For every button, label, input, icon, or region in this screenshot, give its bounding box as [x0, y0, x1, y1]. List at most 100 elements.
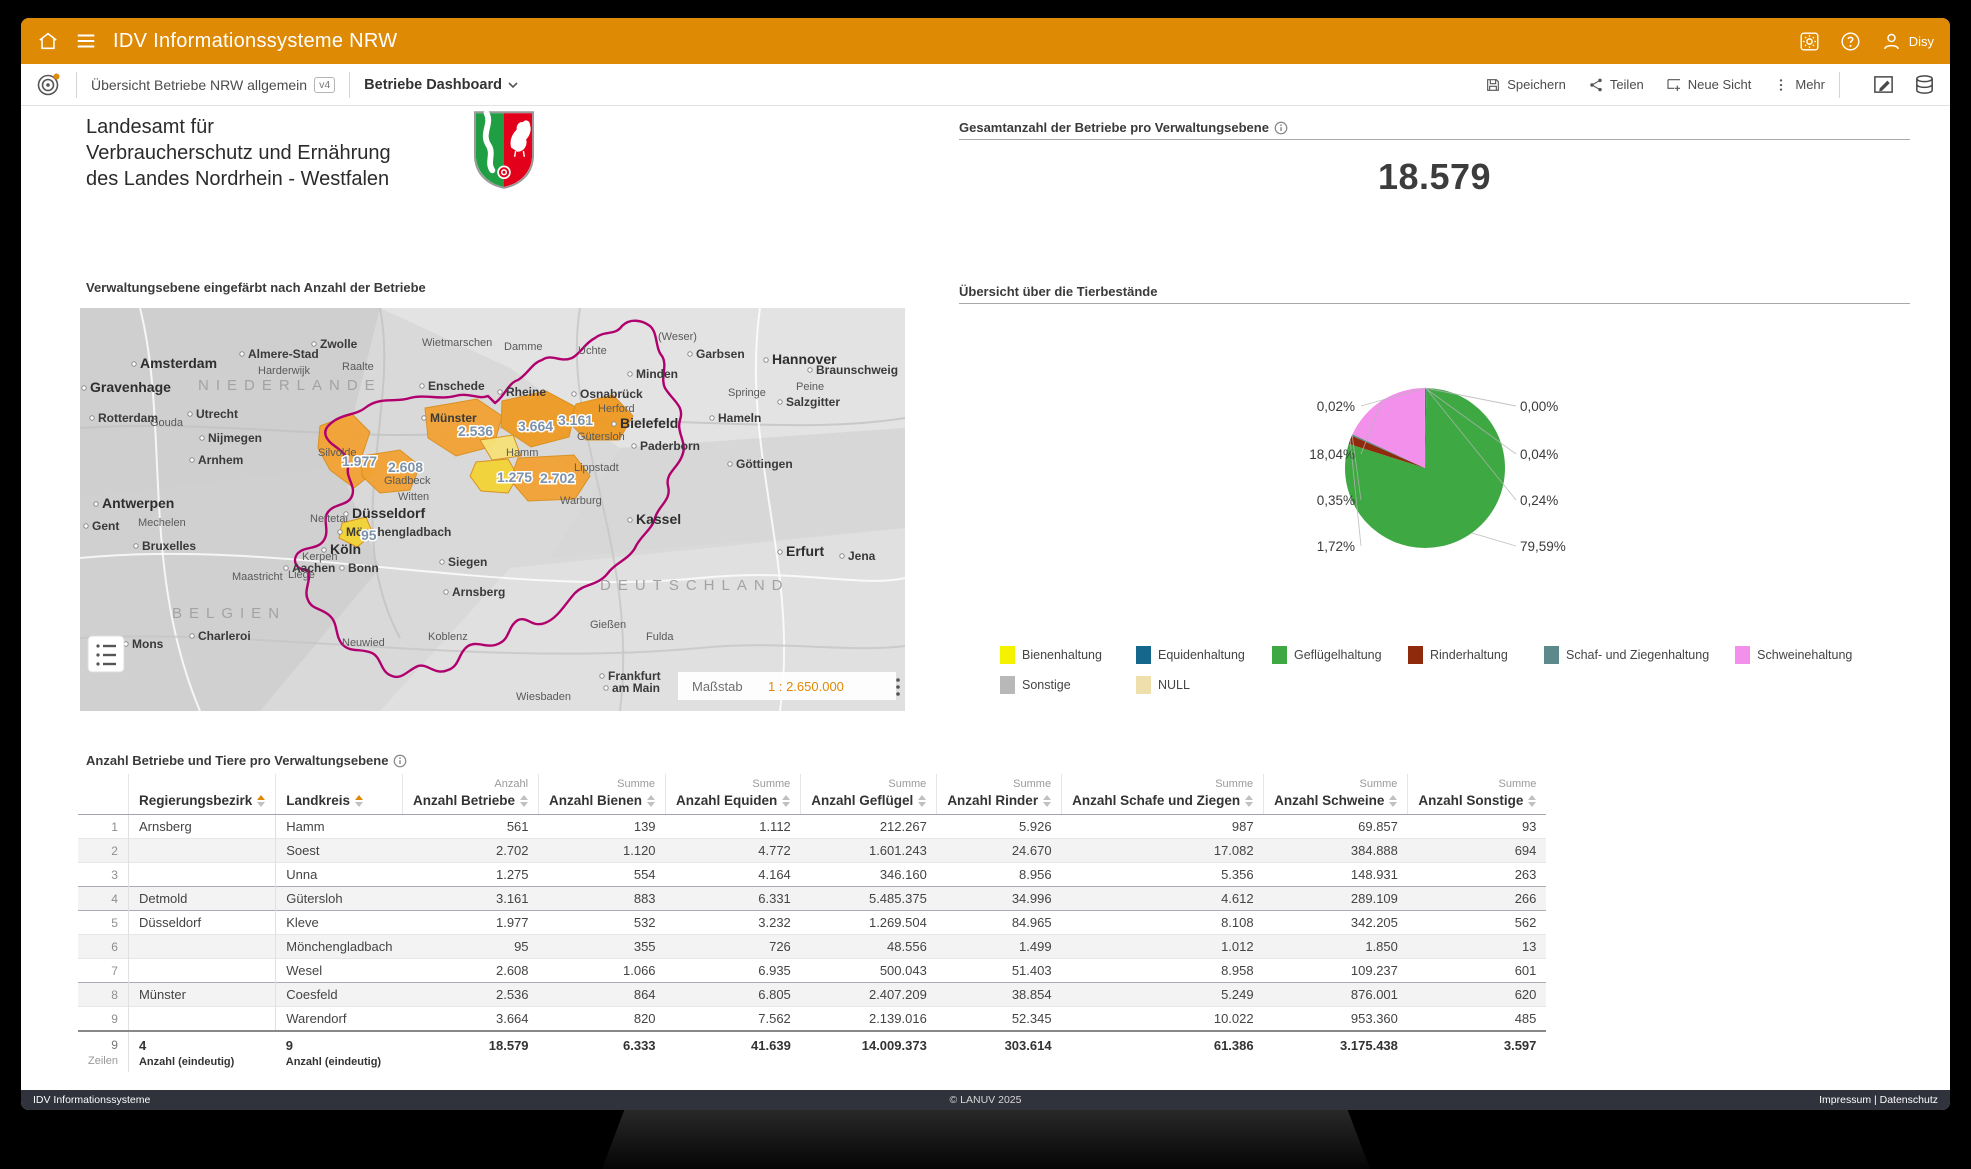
table-cell [128, 863, 275, 887]
col-anzahl-bienen[interactable]: SummeAnzahl Bienen [539, 774, 666, 815]
summary-total: 41.639 [666, 1031, 801, 1072]
table-cell: Kleve [276, 911, 403, 935]
col-anzahl-equiden[interactable]: SummeAnzahl Equiden [666, 774, 801, 815]
help-icon[interactable] [1840, 31, 1861, 52]
table-cell: 6.331 [666, 887, 801, 911]
user-icon[interactable] [1881, 31, 1902, 52]
table-cell: 4 [78, 887, 128, 911]
target-icon[interactable] [35, 71, 62, 98]
table-cell: 1.601.243 [801, 839, 937, 863]
legend-item-rinderhaltung[interactable]: Rinderhaltung [1408, 646, 1518, 664]
table-cell [128, 1007, 275, 1032]
legend-item-bienenhaltung[interactable]: Bienenhaltung [1000, 646, 1110, 664]
agency-logo-text: Landesamt für Verbraucherschutz und Ernä… [86, 114, 391, 192]
table-cell: 38.854 [937, 983, 1062, 1007]
table-cell [128, 935, 275, 959]
sort-icon[interactable] [1245, 795, 1253, 807]
map-menu-icon[interactable] [896, 685, 900, 689]
table-cell: 4.612 [1062, 887, 1264, 911]
map-menu-icon[interactable] [896, 692, 900, 696]
pie-percent-label: 79,59% [1520, 539, 1566, 554]
map-city-label: Göttingen [736, 457, 793, 471]
user-name[interactable]: Disy [1909, 34, 1934, 49]
footer-links[interactable]: Impressum | Datenschutz [1819, 1094, 1938, 1106]
info-icon[interactable] [393, 754, 407, 768]
map[interactable]: AmsterdamAlmere-StadZwolleWietmarschenDa… [80, 308, 905, 711]
col-regierungsbezirk[interactable]: Regierungsbezirk [128, 774, 275, 815]
map-city-label: Rotterdam [98, 411, 158, 425]
table-row[interactable]: 7Wesel2.6081.0666.935500.04351.4038.9581… [78, 959, 1546, 983]
table-cell: 17.082 [1062, 839, 1264, 863]
map-scale-value[interactable]: 1 : 2.650.000 [768, 679, 844, 694]
chevron-down-icon[interactable] [506, 78, 520, 92]
more-button[interactable]: Mehr [1773, 77, 1825, 93]
table-row[interactable]: 6Mönchengladbach9535572648.5561.4991.012… [78, 935, 1546, 959]
col-rownum [78, 774, 128, 815]
save-button[interactable]: Speichern [1485, 77, 1566, 93]
table-cell: 876.001 [1264, 983, 1408, 1007]
map-city-dot [422, 416, 426, 420]
legend-item-schaf-und-ziegenhaltung[interactable]: Schaf- und Ziegenhaltung [1544, 646, 1709, 664]
data-sources-icon[interactable] [1913, 73, 1936, 96]
table-cell: Hamm [276, 815, 403, 839]
map-city-label: Lippstadt [574, 462, 619, 474]
sort-icon[interactable] [1528, 795, 1536, 807]
table-row[interactable]: 9Warendorf3.6648207.5622.139.01652.34510… [78, 1007, 1546, 1032]
new-view-button[interactable]: Neue Sicht [1666, 77, 1752, 93]
table-row[interactable]: 3Unna1.2755544.164346.1608.9565.356148.9… [78, 863, 1546, 887]
col-anzahl-rinder[interactable]: SummeAnzahl Rinder [937, 774, 1062, 815]
col-anzahl-betriebe[interactable]: AnzahlAnzahl Betriebe [403, 774, 539, 815]
list-icon [103, 663, 116, 665]
legend-swatch [1000, 646, 1015, 664]
edit-panel-icon[interactable] [1872, 73, 1895, 96]
sort-icon[interactable] [520, 795, 528, 807]
col-anzahl-schweine[interactable]: SummeAnzahl Schweine [1264, 774, 1408, 815]
table-row[interactable]: 1ArnsbergHamm5611391.112212.2675.9269876… [78, 815, 1546, 839]
dashboard-selector[interactable]: Betriebe Dashboard [364, 77, 502, 93]
map-city-label: Jena [848, 549, 876, 563]
map-city-dot [190, 634, 194, 638]
col-anzahl-sonstige[interactable]: SummeAnzahl Sonstige [1408, 774, 1547, 815]
sort-icon[interactable] [782, 795, 790, 807]
sort-icon[interactable] [1043, 795, 1051, 807]
sort-icon[interactable] [647, 795, 655, 807]
table-cell: Wesel [276, 959, 403, 983]
table-row[interactable]: 4DetmoldGütersloh3.1618836.3315.485.3753… [78, 887, 1546, 911]
table-row[interactable]: 8MünsterCoesfeld2.5368646.8052.407.20938… [78, 983, 1546, 1007]
sort-icon[interactable] [257, 795, 265, 807]
table-cell: Soest [276, 839, 403, 863]
col-landkreis[interactable]: Landkreis [276, 774, 403, 815]
col-anzahl-schafe-und-ziegen[interactable]: SummeAnzahl Schafe und Ziegen [1062, 774, 1264, 815]
pie-percent-label: 0,24% [1520, 493, 1558, 508]
legend-item-null[interactable]: NULL [1136, 676, 1246, 694]
menu-icon[interactable] [75, 30, 97, 52]
map-legend-button[interactable] [88, 636, 124, 672]
table-row[interactable]: 2Soest2.7021.1204.7721.601.24324.67017.0… [78, 839, 1546, 863]
legend-item-equidenhaltung[interactable]: Equidenhaltung [1136, 646, 1246, 664]
map-city-label: Rheine [506, 385, 546, 399]
legend-item-sonstige[interactable]: Sonstige [1000, 676, 1110, 694]
home-icon[interactable] [37, 30, 59, 52]
table-cell: 51.403 [937, 959, 1062, 983]
legend-item-gefl-gelhaltung[interactable]: Geflügelhaltung [1272, 646, 1382, 664]
view-title[interactable]: Übersicht Betriebe NRW allgemein [91, 77, 307, 93]
map-menu-icon[interactable] [896, 678, 900, 682]
table-cell: 48.556 [801, 935, 937, 959]
share-button[interactable]: Teilen [1588, 77, 1644, 93]
legend-item-schweinehaltung[interactable]: Schweinehaltung [1735, 646, 1852, 664]
map-city-label: Herford [598, 403, 635, 415]
table-cell: 620 [1408, 983, 1547, 1007]
table-cell: 355 [539, 935, 666, 959]
sort-icon[interactable] [1389, 795, 1397, 807]
settings-icon[interactable] [1799, 31, 1820, 52]
table-row[interactable]: 5DüsseldorfKleve1.9775323.2321.269.50484… [78, 911, 1546, 935]
sort-icon[interactable] [918, 795, 926, 807]
table-cell: 8.108 [1062, 911, 1264, 935]
map-city-dot [340, 566, 344, 570]
table-cell: 266 [1408, 887, 1547, 911]
col-anzahl-gefl-gel[interactable]: SummeAnzahl Geflügel [801, 774, 937, 815]
table-cell: 500.043 [801, 959, 937, 983]
sort-icon[interactable] [355, 795, 363, 807]
legend-swatch [1544, 646, 1559, 664]
info-icon[interactable] [1274, 121, 1288, 135]
